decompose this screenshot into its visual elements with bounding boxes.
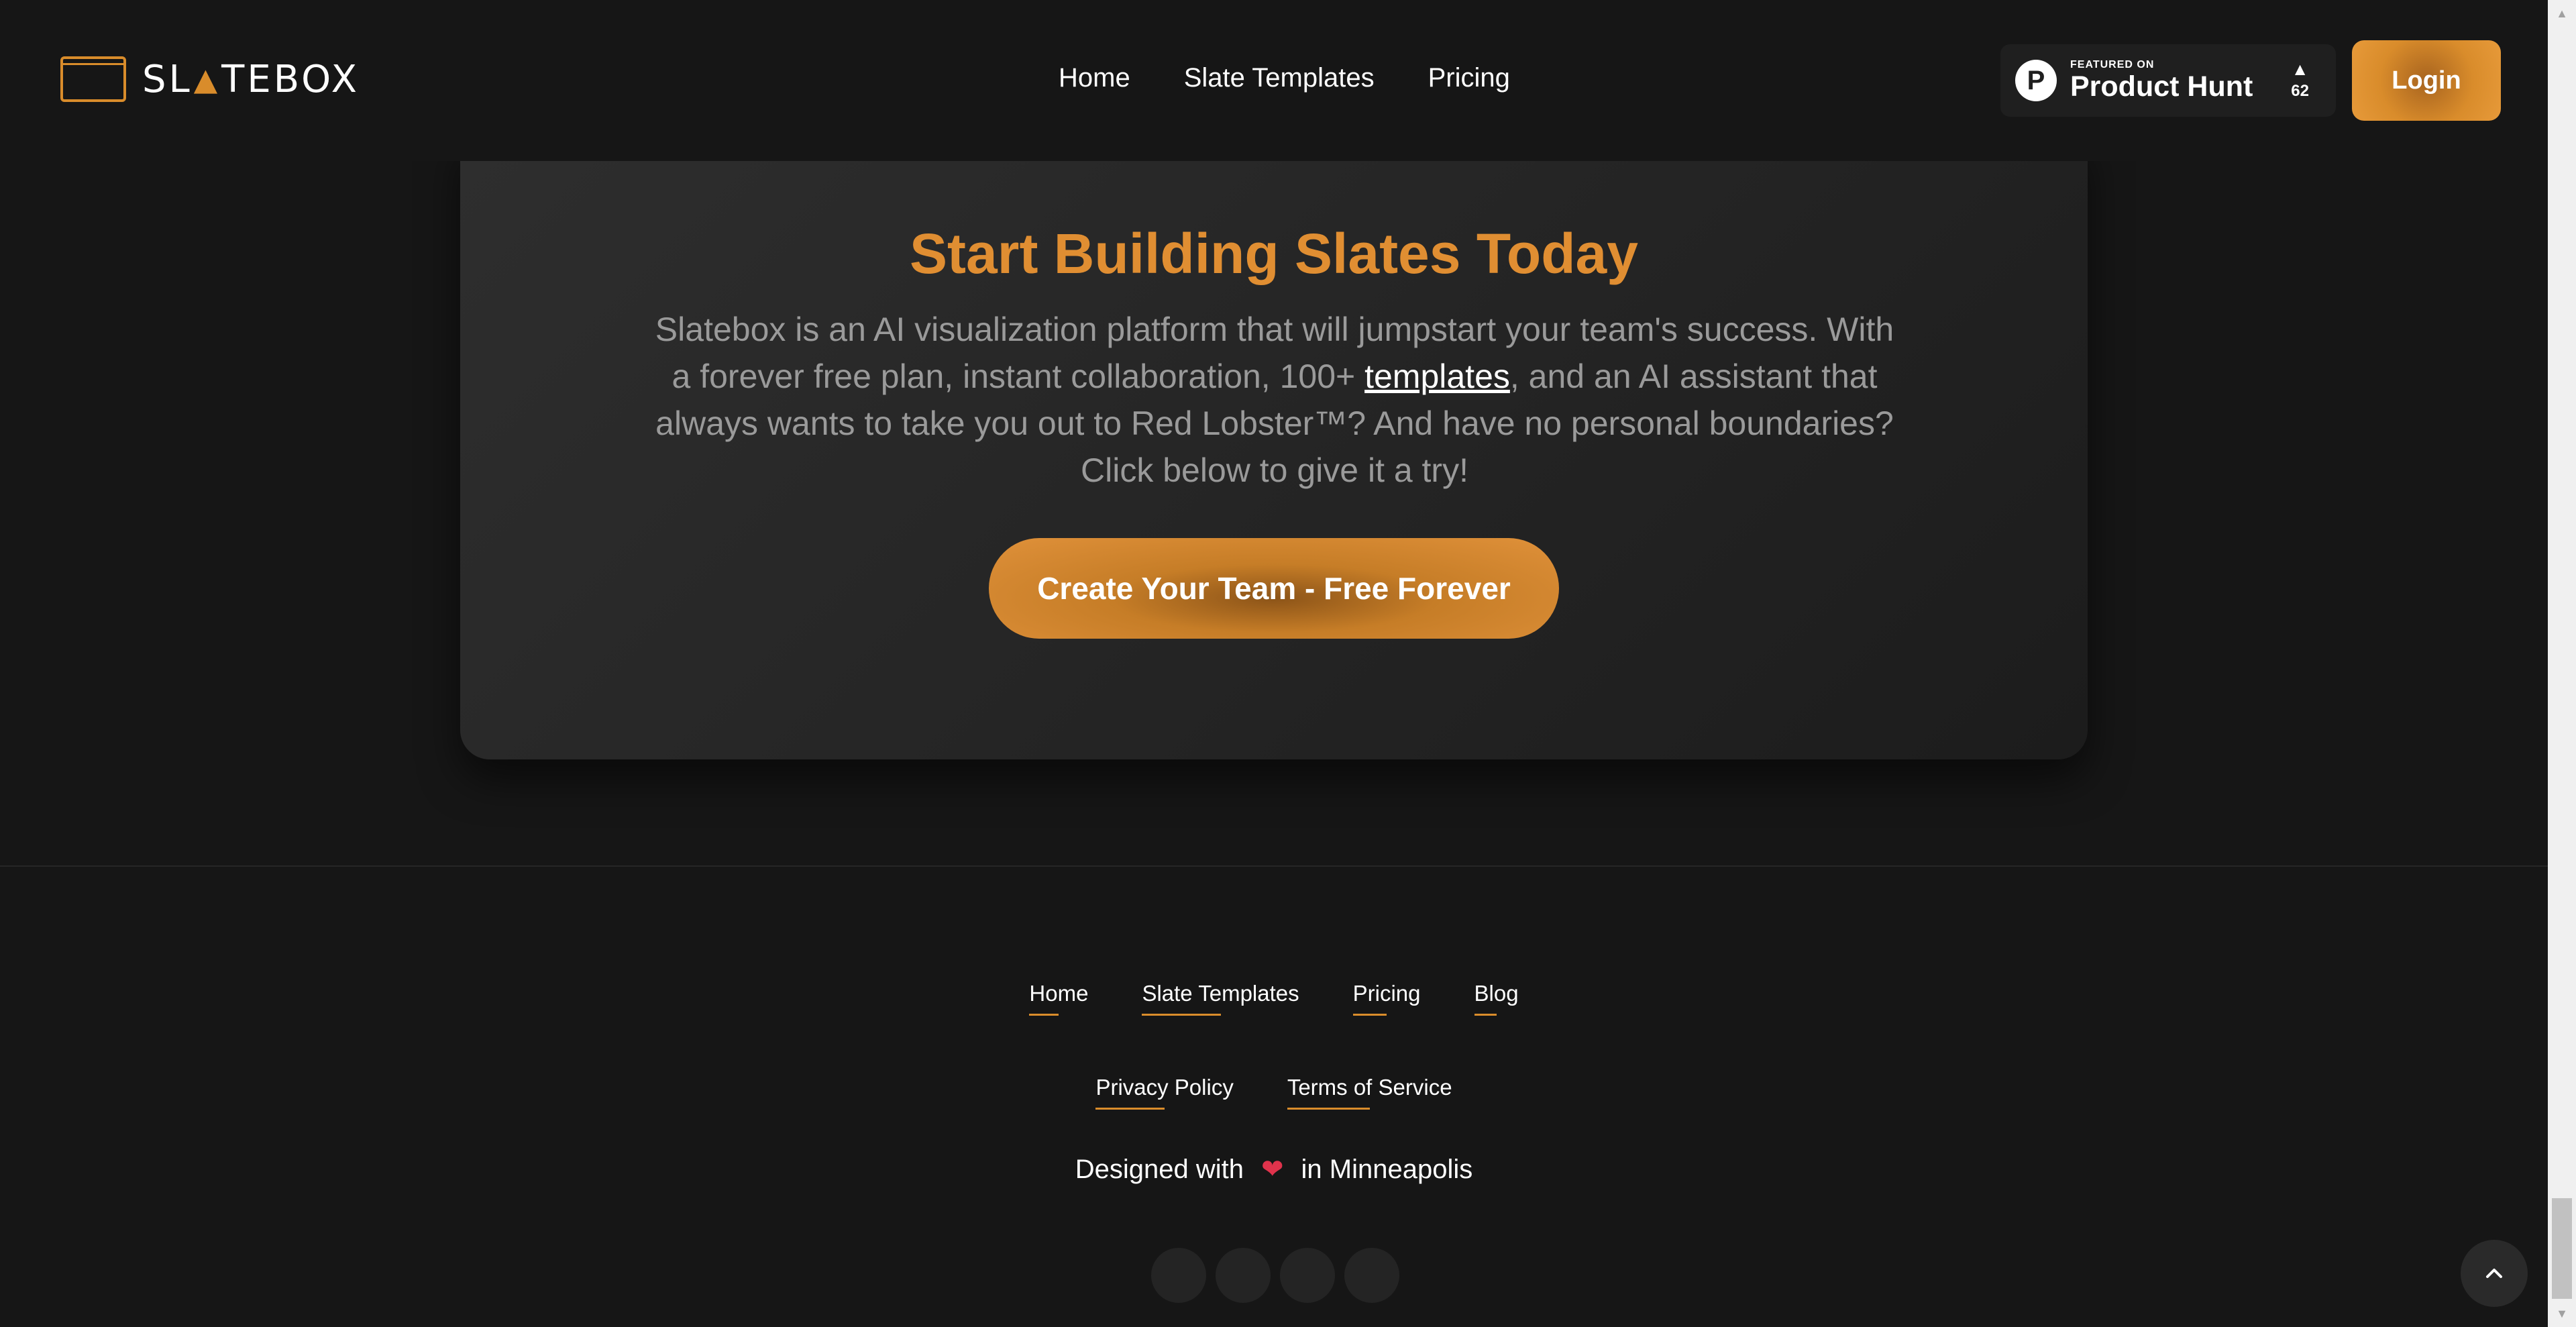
footer-link-slate-templates[interactable]: Slate Templates [1142,981,1299,1016]
footer-link-blog[interactable]: Blog [1474,981,1519,1016]
cta-title: Start Building Slates Today [910,222,1638,285]
login-button[interactable]: Login [2352,40,2501,121]
product-hunt-votes: ▲ 62 [2291,60,2309,101]
logo-text-right: TEBOX [221,57,360,101]
scrollbar-thumb[interactable] [2552,1198,2572,1299]
footer-legal-nav: Privacy Policy Terms of Service [0,1075,2548,1110]
product-hunt-text: FEATURED ON Product Hunt [2070,59,2253,102]
slatebox-logo[interactable]: SL ▲ TEBOX [60,56,360,102]
nav-slate-templates[interactable]: Slate Templates [1184,63,1375,93]
social-links [1151,1248,1399,1303]
logo-screen-icon [60,56,126,102]
scroll-to-top-button[interactable] [2461,1240,2528,1307]
nav-pricing[interactable]: Pricing [1428,63,1510,93]
social-icon-4[interactable] [1344,1248,1399,1303]
logo-text-left: SL [142,57,193,101]
designed-text-before: Designed with [1075,1154,1244,1184]
chevron-up-icon [2486,1269,2502,1278]
heart-icon: ❤ [1261,1155,1284,1184]
product-hunt-name: Product Hunt [2070,70,2253,103]
social-icon-3[interactable] [1280,1248,1335,1303]
site-header: SL ▲ TEBOX Home Slate Templates Pricing … [0,0,2548,161]
scrollbar-down-arrow-icon[interactable]: ▼ [2548,1300,2576,1327]
product-hunt-logo-icon: P [2015,60,2057,101]
upvote-count: 62 [2291,82,2309,100]
page-scrollbar[interactable]: ▲ ▼ [2548,0,2576,1327]
social-icon-2[interactable] [1216,1248,1271,1303]
upvote-arrow-icon: ▲ [2291,59,2309,79]
footer-nav: Home Slate Templates Pricing Blog [0,981,2548,1016]
product-hunt-badge[interactable]: P FEATURED ON Product Hunt ▲ 62 [2000,44,2336,117]
footer-link-terms[interactable]: Terms of Service [1287,1075,1452,1110]
nav-home[interactable]: Home [1059,63,1130,93]
footer-divider [0,865,2548,867]
footer-link-privacy[interactable]: Privacy Policy [1095,1075,1234,1110]
footer-link-home[interactable]: Home [1029,981,1088,1016]
scrollbar-up-arrow-icon[interactable]: ▲ [2548,0,2576,27]
main-nav: Home Slate Templates Pricing [1059,63,1510,93]
cta-description: Slatebox is an AI visualization platform… [651,306,1898,494]
product-hunt-featured: FEATURED ON [2070,59,2155,70]
logo-wordmark: SL ▲ TEBOX [142,58,360,101]
create-team-button[interactable]: Create Your Team - Free Forever [989,538,1559,639]
footer-link-pricing[interactable]: Pricing [1352,981,1421,1016]
social-icon-1[interactable] [1151,1248,1206,1303]
designed-with-love: Designed with ❤ in Minneapolis [0,1154,2548,1185]
logo-triangle-icon: ▲ [193,61,221,97]
templates-link[interactable]: templates [1364,358,1510,395]
designed-text-after: in Minneapolis [1301,1154,1473,1184]
page: SL ▲ TEBOX Home Slate Templates Pricing … [0,0,2576,1327]
